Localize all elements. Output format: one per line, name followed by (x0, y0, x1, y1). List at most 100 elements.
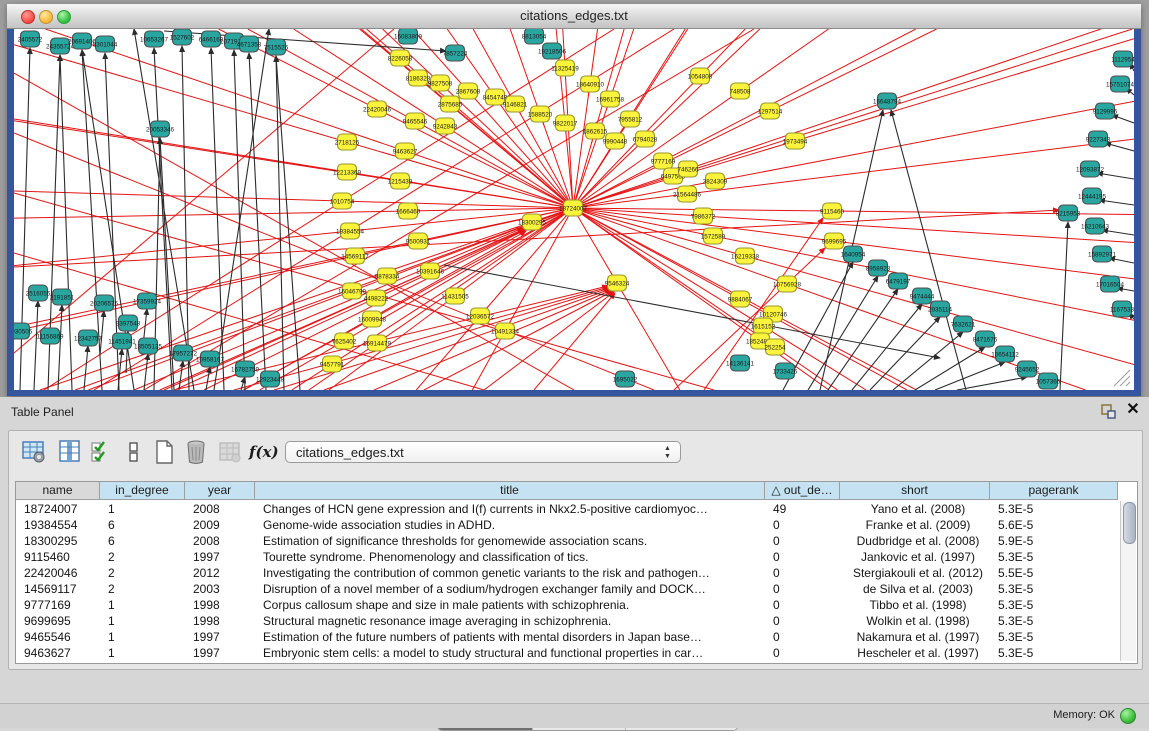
combo-stepper-icon: ▲▼ (663, 445, 672, 461)
graph-node-label: 8215953 (1056, 210, 1081, 217)
table-cell: 1998 (185, 597, 255, 613)
resize-grip-icon[interactable] (1120, 376, 1130, 386)
red-edge (704, 218, 823, 390)
graph-node-label: 16210643 (1081, 223, 1110, 230)
vertical-scrollbar[interactable] (1120, 501, 1136, 661)
graph-node-label: 16219338 (731, 253, 760, 260)
graph-node-label: 20053346 (146, 126, 175, 133)
graph-node-label: 9115460 (820, 208, 845, 215)
table-cell: 0 (765, 613, 840, 629)
table-row[interactable]: 1456911722003Disruption of a novel membe… (16, 581, 1118, 597)
black-edge (1105, 143, 1134, 151)
table-panel-body: f(x) citations_edges.txt ▲▼ namein_degre… (8, 430, 1143, 670)
function-builder-icon[interactable]: f(x) (249, 439, 275, 465)
select-columns-icon[interactable] (89, 439, 115, 465)
column-header-in_degree[interactable]: in_degree (100, 482, 185, 500)
graph-node-label: 1167533 (1110, 306, 1134, 313)
black-edge (1099, 200, 1134, 205)
graph-node-label: 9463627 (393, 148, 418, 155)
column-header-pagerank[interactable]: pagerank (990, 482, 1118, 500)
black-edge (214, 29, 269, 390)
graph-node-label: 9474444 (910, 293, 935, 300)
graph-node-label: 11156869 (36, 333, 64, 340)
table-row[interactable]: 946362711997Embryonic stem cells: a mode… (16, 645, 1118, 661)
graph-node-label: 2718126 (335, 139, 360, 146)
table-row[interactable]: 911546021997Tourette syndrome. Phenomeno… (16, 549, 1118, 565)
table-cell: Jankovic et al. (1997) (840, 549, 990, 565)
table-cell: 18300295 (16, 533, 100, 549)
graph-node-label: 4671358 (237, 41, 262, 48)
column-header-name[interactable]: name (16, 482, 100, 500)
network-canvas[interactable]: 2405572243557242069140683010441065326715… (14, 29, 1134, 390)
graph-node-label: 10491334 (491, 328, 520, 335)
table-cell: Changes of HCN gene expression and I(f) … (255, 501, 765, 517)
graph-node-label: 14569117 (341, 253, 369, 260)
memory-ok-led-icon[interactable] (1120, 708, 1136, 724)
status-bar: Memory: OK (0, 703, 1149, 728)
delete-columns-icon[interactable] (183, 439, 209, 465)
graph-node-label: 9146821 (503, 101, 528, 108)
table-cell: 2003 (185, 581, 255, 597)
create-column-icon[interactable] (151, 439, 177, 465)
resize-grip-icon[interactable] (1126, 382, 1130, 386)
graph-node-label: 1733426 (773, 368, 798, 375)
table-mode-icon[interactable] (21, 439, 47, 465)
graph-node-label: 10958167 (196, 356, 225, 363)
graph-node-label: 1057366 (1036, 378, 1061, 385)
black-edge (870, 317, 940, 390)
graph-node-label: 746266 (677, 166, 699, 173)
column-header-out_de[interactable]: △ out_de… (765, 482, 840, 500)
table-cell: 9463627 (16, 645, 100, 661)
table-cell: 22420046 (16, 565, 100, 581)
graph-node-label: 1666460 (396, 208, 421, 215)
memory-status-label: Memory: OK (1053, 709, 1115, 721)
float-panel-icon[interactable] (1099, 404, 1117, 420)
column-header-title[interactable]: title (255, 482, 765, 500)
table-row[interactable]: 2242004622012Investigating the contribut… (16, 565, 1118, 581)
table-cell: 0 (765, 533, 840, 549)
graph-node-label: 7857224 (443, 50, 468, 57)
table-selector-value: citations_edges.txt (296, 445, 404, 460)
graph-node-label: 748508 (729, 88, 751, 95)
table-row[interactable]: 969969511998Structural magnetic resonanc… (16, 613, 1118, 629)
table-row[interactable]: 1938455462009Genome-wide association stu… (16, 517, 1118, 533)
close-panel-icon[interactable]: ✕ (1124, 401, 1142, 419)
red-edge (274, 288, 610, 390)
table-row[interactable]: 1872400712008Changes of HCN gene express… (16, 501, 1118, 517)
table-toolbar: f(x) citations_edges.txt ▲▼ (9, 431, 1142, 475)
table-cell: 5.6E-5 (990, 517, 1118, 533)
graph-node-label: 7625402 (332, 338, 357, 345)
attribute-table: namein_degreeyeartitle△ out_de…shortpage… (15, 481, 1138, 664)
graph-node-label: 252254 (764, 344, 786, 351)
table-cell: 5.5E-5 (990, 565, 1118, 581)
table-cell: Disruption of a novel member of a sodium… (255, 581, 765, 597)
table-selector-dropdown[interactable]: citations_edges.txt ▲▼ (285, 441, 681, 463)
table-cell: 2 (100, 549, 185, 565)
table-row[interactable]: 1830029562008Estimation of significance … (16, 533, 1118, 549)
scrollbar-thumb[interactable] (1123, 502, 1136, 544)
column-header-year[interactable]: year (185, 482, 255, 500)
window-titlebar[interactable]: citations_edges.txt (7, 4, 1141, 29)
table-cell: 5.3E-5 (990, 613, 1118, 629)
table-cell: 0 (765, 629, 840, 645)
row-options-icon[interactable] (121, 439, 147, 465)
graph-node-label: 18300295 (518, 219, 547, 226)
table-header-row: namein_degreeyeartitle△ out_de…shortpage… (16, 482, 1118, 500)
table-cell: 0 (765, 565, 840, 581)
table-cell: 49 (765, 501, 840, 517)
red-edge (573, 29, 1132, 208)
graph-node-label: 8813054 (522, 33, 547, 40)
graph-node-label: 1010754 (330, 198, 355, 205)
desktop-background: citations_edges.txt 24055722435572420691… (0, 0, 1149, 397)
table-cell: 2008 (185, 533, 255, 549)
show-columns-icon[interactable] (57, 439, 83, 465)
graph-node-label: 9990448 (603, 138, 628, 145)
table-panel: Table Panel ✕ (0, 397, 1149, 703)
table-row[interactable]: 977716911998Corpus callosum shape and si… (16, 597, 1118, 613)
column-header-short[interactable]: short (840, 482, 990, 500)
table-cell: 5.3E-5 (990, 597, 1118, 613)
graph-node-label: 2935114 (928, 306, 953, 313)
graph-node-label: 16009948 (358, 316, 387, 323)
table-row[interactable]: 946554611997Estimation of the future num… (16, 629, 1118, 645)
table-cell: de Silva et al. (2003) (840, 581, 990, 597)
